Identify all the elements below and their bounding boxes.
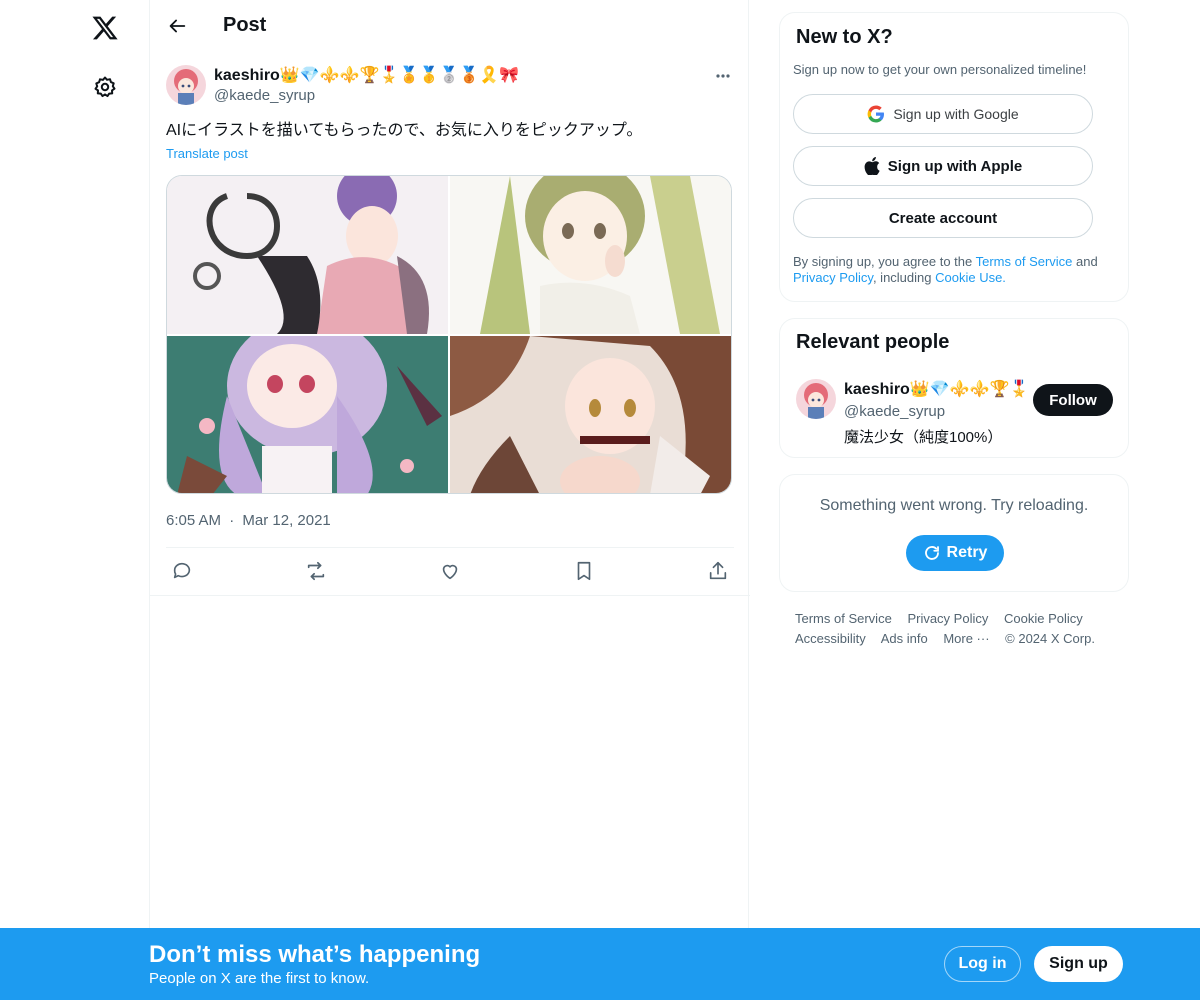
post-header: Post — [150, 0, 750, 54]
post-actions — [150, 548, 750, 596]
avatar[interactable] — [796, 379, 836, 419]
avatar[interactable] — [166, 65, 206, 105]
repost-icon[interactable] — [305, 560, 327, 582]
main-column: Post kaeshiro👑💎⚜️⚜️🏆🎖️🏅🥇🥈🥉🎗️🎀 @kaede_syr… — [149, 0, 750, 1000]
signup-google-label: Sign up with Google — [893, 106, 1019, 122]
terms-and: and — [1072, 254, 1098, 269]
post-text: AIにイラストを描いてもらったので、お気に入りをピックアップ。 — [166, 122, 643, 139]
apple-icon — [864, 157, 880, 175]
reply-icon[interactable] — [171, 560, 193, 582]
relevant-person-handle[interactable]: @kaede_syrup — [844, 403, 945, 420]
signup-title: New to X? — [796, 26, 893, 48]
relevant-people-card: Relevant people kaeshiro👑💎⚜️⚜️🏆🎖️ @kaede… — [779, 318, 1129, 458]
left-nav — [0, 0, 149, 1000]
post-time: 6:05 AM — [166, 512, 222, 529]
login-banner: Don’t miss what’s happening People on X … — [0, 928, 1200, 1000]
media-grid — [166, 175, 732, 494]
terms-of-service-link[interactable]: Terms of Service — [976, 254, 1073, 269]
footer-link-ads-info[interactable]: Ads info — [881, 631, 928, 646]
author-name[interactable]: kaeshiro👑💎⚜️⚜️🏆🎖️🏅🥇🥈🥉🎗️🎀 — [214, 65, 519, 85]
refresh-icon — [924, 546, 939, 560]
error-message: Something went wrong. Try reloading. — [819, 497, 1089, 514]
media-image-4[interactable] — [450, 336, 731, 493]
follow-button[interactable]: Follow — [1033, 384, 1113, 416]
login-button[interactable]: Log in — [944, 946, 1021, 982]
footer-link-accessibility[interactable]: Accessibility — [795, 631, 866, 646]
privacy-policy-link[interactable]: Privacy Policy — [793, 270, 873, 285]
footer-links: Terms of Service Privacy Policy Cookie P… — [795, 609, 1115, 649]
x-logo-icon[interactable] — [91, 14, 119, 42]
post-date: Mar 12, 2021 — [242, 512, 331, 529]
footer-copyright: © 2024 X Corp. — [1005, 631, 1095, 646]
media-image-1[interactable] — [167, 176, 448, 334]
author-handle[interactable]: @kaede_syrup — [214, 87, 315, 104]
share-icon[interactable] — [707, 560, 729, 582]
footer-link-cookie[interactable]: Cookie Policy — [1004, 611, 1083, 626]
signup-terms: By signing up, you agree to the Terms of… — [793, 254, 1123, 286]
signup-apple-button[interactable]: Sign up with Apple — [793, 146, 1093, 186]
signup-subtitle: Sign up now to get your own personalized… — [793, 62, 1087, 77]
gear-icon[interactable] — [93, 75, 117, 99]
banner-subtitle: People on X are the first to know. — [149, 970, 370, 987]
banner-title: Don’t miss what’s happening — [149, 941, 481, 968]
error-card: Something went wrong. Try reloading. Ret… — [779, 474, 1129, 592]
bookmark-icon[interactable] — [573, 560, 595, 582]
retry-label: Retry — [946, 544, 988, 561]
create-account-button[interactable]: Create account — [793, 198, 1093, 238]
like-icon[interactable] — [439, 560, 461, 582]
create-account-label: Create account — [888, 209, 998, 227]
footer-link-more[interactable]: More ··· — [943, 631, 989, 646]
more-options-icon[interactable] — [713, 66, 733, 86]
google-icon — [867, 105, 885, 123]
media-image-3[interactable] — [167, 336, 448, 493]
cookie-use-link[interactable]: Cookie Use. — [935, 270, 1006, 285]
media-image-2[interactable] — [450, 176, 731, 334]
back-arrow-icon[interactable] — [166, 15, 188, 37]
terms-prefix: By signing up, you agree to the — [793, 254, 976, 269]
post-timestamp[interactable]: 6:05 AM · Mar 12, 2021 — [166, 512, 331, 529]
relevant-person-name[interactable]: kaeshiro👑💎⚜️⚜️🏆🎖️ — [844, 379, 1029, 399]
signup-apple-label: Sign up with Apple — [887, 157, 1023, 175]
page-title: Post — [223, 14, 267, 36]
signup-google-button[interactable]: Sign up with Google — [793, 94, 1093, 134]
terms-including: , including — [872, 270, 936, 285]
footer-link-terms[interactable]: Terms of Service — [795, 611, 892, 626]
relevant-person-bio: 魔法少女（純度100%） — [844, 429, 1003, 446]
translate-post-link[interactable]: Translate post — [166, 146, 248, 161]
retry-button[interactable]: Retry — [906, 535, 1004, 571]
timestamp-separator: · — [229, 512, 235, 529]
footer-link-privacy[interactable]: Privacy Policy — [907, 611, 988, 626]
relevant-people-title: Relevant people — [796, 331, 950, 353]
signup-button[interactable]: Sign up — [1034, 946, 1123, 982]
signup-card: New to X? Sign up now to get your own pe… — [779, 12, 1129, 302]
